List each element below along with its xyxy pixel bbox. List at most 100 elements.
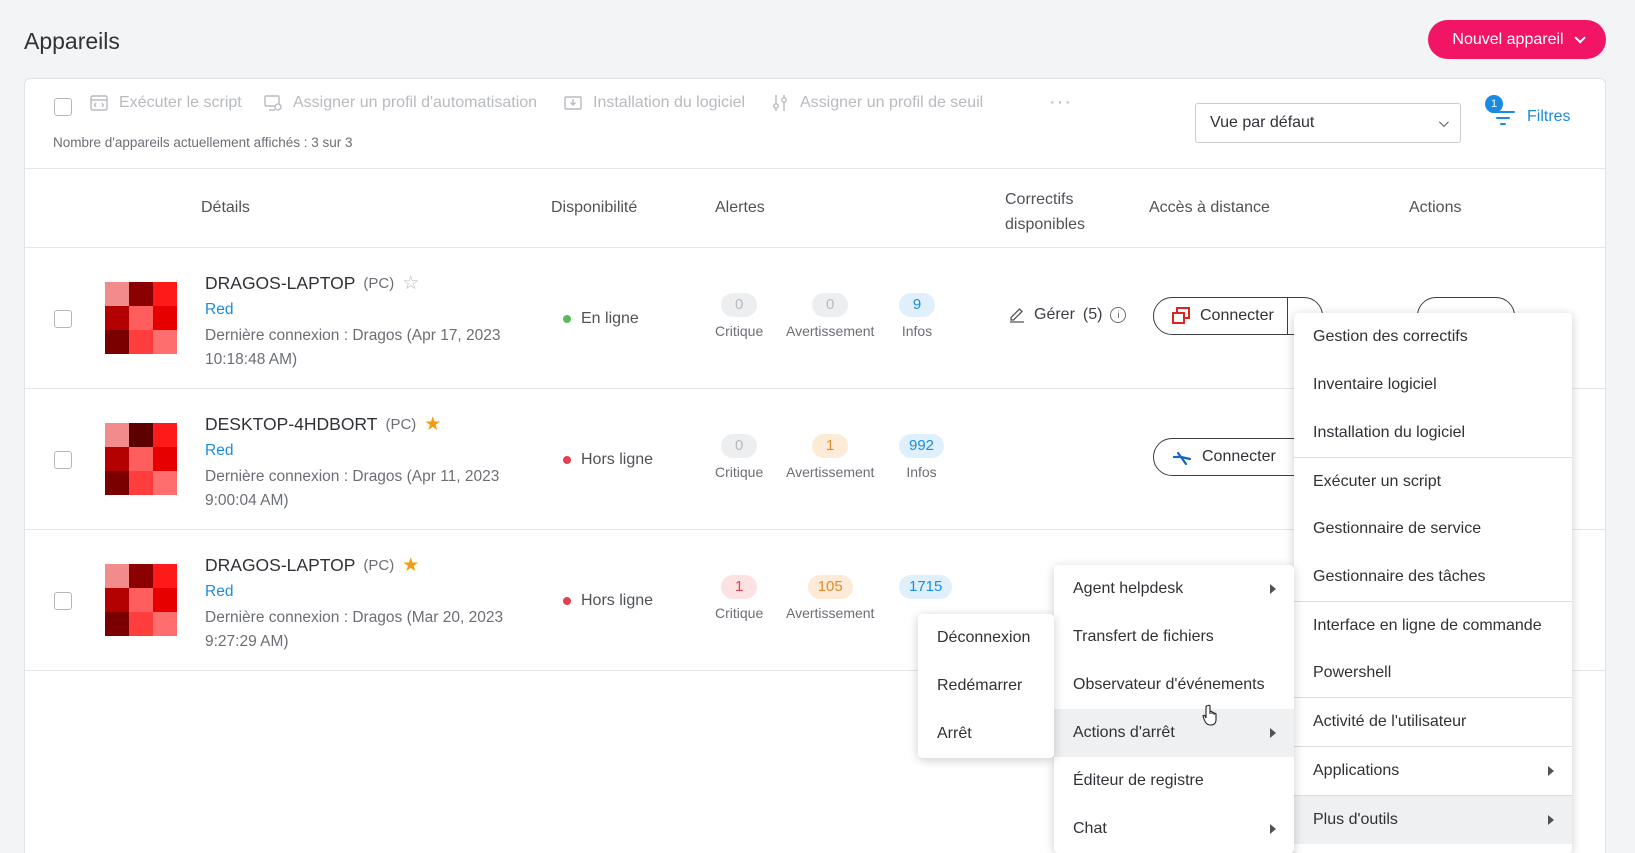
menu-item-label: Agent helpdesk [1073,580,1184,597]
row-checkbox[interactable] [54,310,72,328]
device-name[interactable]: DRAGOS-LAPTOP [205,555,355,576]
assign-automation-action[interactable]: Assigner un profil d'automatisation [263,93,537,113]
new-device-button[interactable]: Nouvel appareil [1428,20,1606,59]
status-label: Hors ligne [581,592,654,609]
critical-alerts[interactable]: 0 Critique [715,293,763,339]
run-script-label: Exécuter le script [119,94,242,111]
availability-status: En ligne [563,310,639,328]
more-actions-button[interactable]: ··· [1049,91,1072,114]
menu-item-software-inventory[interactable]: Inventaire logiciel [1294,361,1572,409]
menu-item-chat[interactable]: Chat [1054,805,1294,853]
device-name[interactable]: DESKTOP-4HDBORT [205,414,377,435]
star-filled-icon[interactable]: ★ [402,554,419,577]
critical-alerts[interactable]: 0 Critique [715,434,763,480]
menu-item-label: Actions d'arrêt [1073,724,1175,741]
info-alerts[interactable]: 9 Infos [899,293,935,339]
col-details: Détails [201,199,250,216]
critical-alerts[interactable]: 1 Critique [715,575,763,621]
menu-item-task-manager[interactable]: Gestionnaire des tâches [1294,553,1572,601]
more-tools-submenu: Agent helpdesk Transfert de fichiers Obs… [1054,565,1294,853]
assign-automation-label: Assigner un profil d'automatisation [293,94,538,111]
menu-item-label: Interface en ligne de commande [1313,616,1542,634]
menu-item-powershell[interactable]: Powershell [1294,649,1572,697]
toolbar: Exécuter le script Assigner un profil d'… [25,79,1605,169]
last-login: Dernière connexion : Dragos (Mar 20, 202… [205,609,504,650]
menu-item-label: Gestion des correctifs [1313,328,1468,345]
chevron-right-icon [1548,815,1554,825]
filters-button[interactable]: 1 Filtres [1485,95,1571,127]
actions-menu: Gestion des correctifs Inventaire logici… [1294,313,1572,853]
col-patches-line2: disponibles [1005,216,1086,233]
col-alerts: Alertes [715,199,765,216]
chevron-down-icon [1574,31,1586,44]
view-select[interactable]: Vue par défaut [1195,103,1461,143]
assign-threshold-action[interactable]: Assigner un profil de seuil [770,93,983,113]
critical-label: Critique [715,605,764,621]
hand-cursor-icon [1202,704,1217,726]
last-login: Dernière connexion : Dragos (Apr 17, 202… [205,327,501,368]
availability-status: Hors ligne [563,592,653,610]
view-select-value: Vue par défaut [1210,114,1315,131]
star-filled-icon[interactable]: ★ [424,413,441,436]
install-software-action[interactable]: Installation du logiciel [563,93,745,113]
col-actions: Actions [1409,199,1462,216]
row-checkbox[interactable] [54,592,72,610]
menu-item-command-line[interactable]: Interface en ligne de commande [1294,601,1572,649]
device-tag[interactable]: Red [205,442,233,460]
menu-item-applications[interactable]: Applications [1294,746,1572,795]
info-count: 9 [899,293,935,317]
col-availability: Disponibilité [551,199,638,216]
manage-patches[interactable]: Gérer (5) i [1008,306,1127,324]
device-type: (PC) [385,416,417,433]
offline-dot-icon [563,597,571,605]
menu-item-label: Déconnexion [937,629,1031,646]
table-header: Détails Disponibilité Alertes Correctifs… [25,169,1605,248]
manage-count: (5) [1082,306,1103,323]
menu-item-helpdesk-agent[interactable]: Agent helpdesk [1054,565,1294,613]
menu-item-label: Gestionnaire de service [1313,520,1482,537]
menu-item-label: Applications [1313,762,1400,779]
menu-item-software-install[interactable]: Installation du logiciel [1294,409,1572,457]
device-avatar [105,564,177,636]
script-icon [90,95,108,111]
star-outline-icon[interactable]: ☆ [402,272,419,295]
warning-count: 0 [812,293,849,317]
warning-alerts[interactable]: 0 Avertissement [786,293,874,339]
menu-item-shutdown[interactable]: Arrêt [918,710,1054,758]
select-all-checkbox[interactable] [54,98,72,116]
menu-item-label: Exécuter un script [1313,472,1442,490]
connect-label: Connecter [1202,448,1276,465]
menu-item-run-script[interactable]: Exécuter un script [1294,457,1572,505]
menu-item-label: Inventaire logiciel [1313,376,1437,393]
menu-item-shutdown-actions[interactable]: Actions d'arrêt [1054,709,1294,757]
info-alerts[interactable]: 1715 [899,575,953,599]
menu-item-event-viewer[interactable]: Observateur d'événements [1054,661,1294,709]
menu-item-more-tools[interactable]: Plus d'outils [1294,795,1572,844]
run-script-action[interactable]: Exécuter le script [89,93,242,113]
info-alerts[interactable]: 992 Infos [899,434,945,480]
warning-label: Avertissement [786,464,875,480]
device-tag[interactable]: Red [205,301,233,319]
info-icon[interactable]: i [1110,307,1127,323]
availability-status: Hors ligne [563,451,653,469]
menu-item-patch-management[interactable]: Gestion des correctifs [1294,313,1572,361]
critical-label: Critique [715,323,764,339]
menu-item-registry-editor[interactable]: Éditeur de registre [1054,757,1294,805]
chevron-down-icon [1438,116,1449,127]
shutdown-submenu: Déconnexion Redémarrer Arrêt [918,614,1054,758]
teamviewer-icon [1172,451,1192,466]
menu-item-label: Observateur d'événements [1073,676,1265,693]
warning-alerts[interactable]: 1 Avertissement [786,434,874,480]
menu-item-label: Installation du logiciel [1313,424,1466,441]
menu-item-file-transfer[interactable]: Transfert de fichiers [1054,613,1294,661]
menu-item-restart[interactable]: Redémarrer [918,662,1054,710]
warning-alerts[interactable]: 105 Avertissement [786,575,874,621]
device-tag[interactable]: Red [205,583,233,601]
chevron-right-icon [1548,766,1554,776]
row-checkbox[interactable] [54,451,72,469]
device-name[interactable]: DRAGOS-LAPTOP [205,273,355,294]
menu-item-user-activity[interactable]: Activité de l'utilisateur [1294,697,1572,746]
menu-item-logout[interactable]: Déconnexion [918,614,1054,662]
menu-item-label: Chat [1073,820,1107,837]
menu-item-service-manager[interactable]: Gestionnaire de service [1294,505,1572,553]
